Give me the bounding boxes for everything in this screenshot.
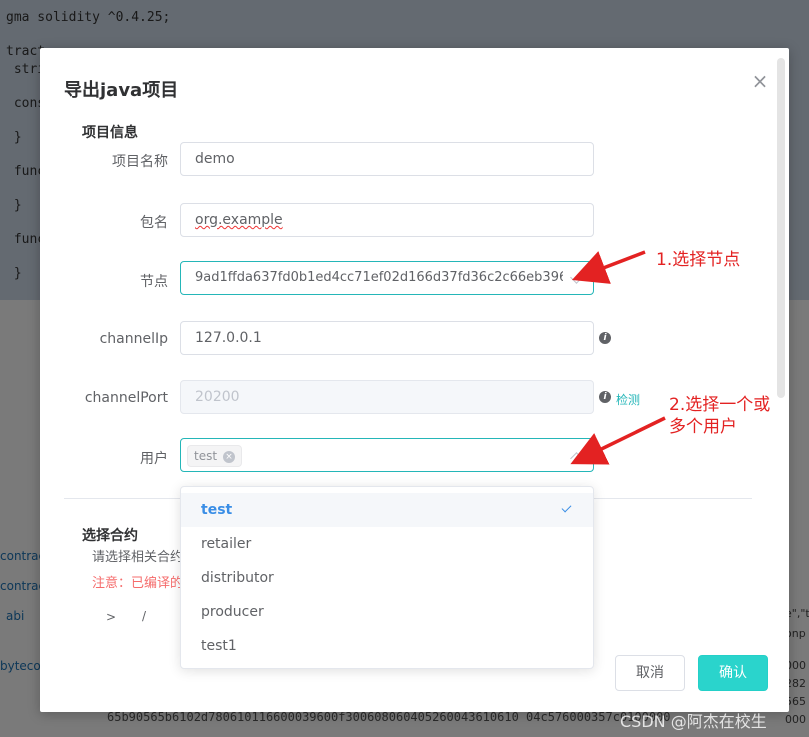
tree-expand-icon[interactable]: >: [106, 610, 116, 624]
node-label: 节点: [140, 274, 168, 290]
channel-ip-input[interactable]: 127.0.0.1: [180, 321, 594, 355]
channel-port-label: channelPort: [84, 390, 168, 406]
node-select-value: 9ad1ffda637fd0b1ed4cc71ef02d166d37fd36c2…: [195, 270, 563, 285]
user-label: 用户: [140, 451, 168, 467]
package-name-input[interactable]: org.example: [180, 203, 594, 237]
dropdown-option-test1[interactable]: test1: [181, 629, 593, 663]
tree-path-separator: /: [142, 609, 147, 623]
check-link[interactable]: 检测: [616, 391, 640, 408]
channel-port-placeholder: 20200: [195, 389, 240, 405]
tag-close-icon[interactable]: ×: [223, 450, 236, 463]
annotation-step-2-line-2: 多个用户: [669, 417, 737, 437]
node-select[interactable]: 9ad1ffda637fd0b1ed4cc71ef02d166d37fd36c2…: [180, 261, 594, 295]
dialog-scrollbar[interactable]: [777, 58, 785, 398]
package-name-value: org.example: [195, 212, 283, 228]
project-name-input[interactable]: demo: [180, 142, 594, 176]
chevron-up-icon: [570, 452, 583, 465]
confirm-button[interactable]: 确认: [698, 655, 768, 691]
channel-ip-value: 127.0.0.1: [195, 330, 262, 346]
dropdown-option-test[interactable]: test: [181, 493, 593, 527]
close-icon[interactable]: ×: [751, 71, 769, 91]
check-icon: [561, 502, 572, 513]
project-name-value: demo: [195, 151, 235, 167]
cancel-button[interactable]: 取消: [615, 655, 685, 691]
section-title-project-info: 项目信息: [82, 125, 138, 141]
user-dropdown: test retailer distributor producer test1: [180, 486, 594, 669]
option-label: distributor: [201, 570, 274, 586]
info-icon[interactable]: i: [599, 391, 611, 403]
channel-ip-label: channelIp: [99, 331, 168, 347]
user-tag-label: test: [194, 449, 218, 463]
option-label: producer: [201, 604, 264, 620]
dialog-title: 导出java项目: [64, 80, 179, 101]
section-title-select-contract: 选择合约: [82, 528, 138, 544]
option-label: test: [201, 502, 233, 518]
project-name-label: 项目名称: [112, 154, 168, 170]
option-label: test1: [201, 638, 237, 654]
dropdown-option-retailer[interactable]: retailer: [181, 527, 593, 561]
contract-warning: 注意：已编译的: [92, 576, 184, 591]
user-tag: test ×: [187, 445, 243, 467]
package-name-label: 包名: [140, 215, 168, 231]
channel-port-input: 20200: [180, 380, 594, 414]
dropdown-option-producer[interactable]: producer: [181, 595, 593, 629]
option-label: retailer: [201, 536, 252, 552]
dropdown-option-distributor[interactable]: distributor: [181, 561, 593, 595]
info-icon[interactable]: i: [599, 332, 611, 344]
watermark: CSDN @阿杰在校生: [620, 712, 767, 731]
annotation-step-1: 1.选择节点: [656, 250, 741, 270]
chevron-down-icon: [570, 271, 583, 284]
user-multiselect[interactable]: test ×: [180, 438, 594, 472]
contract-hint: 请选择相关合约: [92, 550, 184, 565]
